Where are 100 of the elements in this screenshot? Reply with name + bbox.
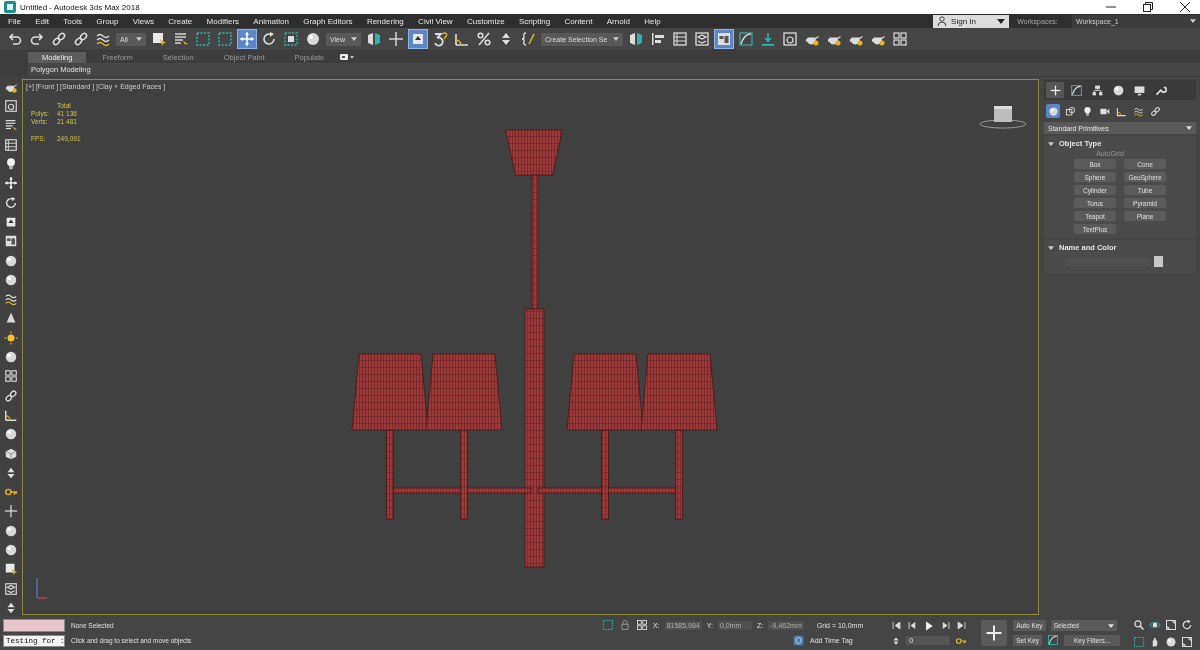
sphere-icon — [4, 523, 18, 538]
redo-button[interactable] — [28, 30, 46, 48]
table-icon — [4, 137, 18, 152]
select-object-button[interactable] — [150, 30, 168, 48]
box-icon — [4, 446, 18, 461]
menu-item[interactable]: Modifiers — [206, 16, 240, 26]
layers-icon — [4, 581, 18, 596]
menu-item[interactable]: Edit — [35, 16, 49, 26]
rotate-icon — [261, 31, 277, 47]
grid-button[interactable] — [3, 368, 19, 385]
close-icon[interactable] — [1180, 2, 1190, 12]
rotate-button[interactable] — [3, 194, 19, 211]
restore-icon[interactable] — [1143, 2, 1153, 12]
ribbon-options-icon[interactable] — [340, 53, 355, 61]
axis-icon — [35, 576, 49, 600]
sphere-button[interactable] — [3, 349, 19, 365]
link-category-button[interactable] — [1148, 104, 1162, 118]
select-object-button[interactable] — [3, 561, 19, 578]
sign-in-dropdown[interactable]: Sign In — [933, 14, 1010, 28]
curve-icon — [738, 31, 755, 47]
menu-item[interactable]: Content — [564, 16, 593, 26]
menu-item[interactable]: Arnold — [606, 16, 630, 26]
menu-item[interactable]: Help — [644, 16, 661, 26]
menu-item[interactable]: Create — [168, 16, 193, 26]
grid-icon — [636, 619, 649, 631]
render-button[interactable] — [781, 30, 800, 48]
link-button[interactable] — [3, 387, 19, 404]
caret-icon — [351, 37, 358, 41]
plus-icon — [1048, 83, 1062, 97]
braces-button[interactable] — [519, 30, 538, 48]
scale-button[interactable] — [282, 30, 300, 48]
plus-tab[interactable] — [1046, 82, 1064, 98]
percent-icon — [476, 31, 493, 47]
color-swatch[interactable] — [1154, 256, 1163, 267]
menu-item[interactable]: Views — [132, 16, 154, 26]
zoom-button[interactable] — [1132, 617, 1146, 632]
curve-button[interactable] — [737, 30, 756, 48]
download-icon — [760, 31, 777, 47]
shapes-category-button[interactable] — [1063, 104, 1077, 118]
menu-item[interactable]: Rendering — [366, 16, 404, 26]
menu-item[interactable]: Tools — [63, 16, 82, 26]
sun-icon — [4, 330, 18, 345]
wave-icon — [95, 31, 111, 47]
layers-button[interactable] — [3, 580, 19, 597]
grid-button[interactable] — [891, 30, 910, 48]
collapse-icon[interactable] — [1048, 141, 1054, 146]
link-icon — [1149, 105, 1161, 117]
angle-icon — [454, 31, 471, 47]
selection-region-icon — [195, 31, 211, 47]
menu-item[interactable]: Customize — [466, 16, 505, 26]
table-button[interactable] — [3, 136, 19, 153]
render-button[interactable] — [3, 98, 19, 115]
last-icon — [956, 620, 968, 631]
sun-button[interactable] — [3, 329, 19, 346]
wave-button[interactable] — [3, 291, 19, 308]
crosshair-button[interactable] — [3, 503, 19, 520]
menu-item[interactable]: Animation — [253, 16, 289, 26]
wave-icon — [4, 292, 18, 307]
maximize-icon — [1181, 635, 1193, 648]
menu-item[interactable]: Scripting — [519, 16, 551, 26]
sphere-button[interactable] — [304, 30, 322, 48]
sphere-button[interactable] — [3, 542, 19, 558]
move-button[interactable] — [3, 175, 19, 192]
window-icon — [4, 234, 18, 249]
selection-region-button[interactable] — [216, 30, 234, 48]
maximize-button[interactable] — [1164, 617, 1178, 632]
sphere-icon — [1165, 635, 1177, 648]
menu-item[interactable]: Group — [96, 16, 119, 26]
layers-icon — [694, 31, 711, 47]
sphere-icon — [4, 272, 18, 287]
lock-icon — [619, 619, 632, 631]
window-button[interactable] — [715, 30, 734, 48]
menu-item[interactable]: Graph Editors — [303, 16, 353, 26]
sphere-category-button[interactable] — [1046, 104, 1060, 118]
first-icon — [891, 620, 903, 631]
pivot-button[interactable] — [409, 30, 428, 48]
collapse-icon[interactable] — [1048, 245, 1054, 250]
selection-region-button[interactable] — [194, 30, 212, 48]
selection-region-button[interactable] — [1132, 634, 1146, 649]
hierarchy-icon — [1090, 83, 1104, 97]
menu-item[interactable]: Civil View — [418, 16, 453, 26]
set-keys-button[interactable] — [981, 620, 1008, 646]
caret-icon — [1186, 126, 1192, 130]
select-object-icon — [4, 562, 18, 577]
listener-output-field[interactable] — [3, 619, 65, 632]
window-icon — [716, 31, 733, 47]
rotate-button[interactable] — [1180, 617, 1194, 632]
select-object-icon — [151, 31, 167, 47]
link-button[interactable] — [72, 30, 90, 48]
link-button[interactable] — [50, 30, 68, 48]
table-button[interactable] — [671, 30, 690, 48]
menu-item[interactable]: File — [8, 16, 21, 26]
crosshair-button[interactable] — [387, 30, 406, 48]
render-icon — [4, 99, 18, 114]
maximize-button[interactable] — [1180, 634, 1194, 649]
undo-button[interactable] — [6, 30, 24, 48]
layers-button[interactable] — [693, 30, 712, 48]
rotate-button[interactable] — [260, 30, 278, 48]
percent-button[interactable] — [475, 30, 494, 48]
braces-icon — [520, 31, 537, 47]
